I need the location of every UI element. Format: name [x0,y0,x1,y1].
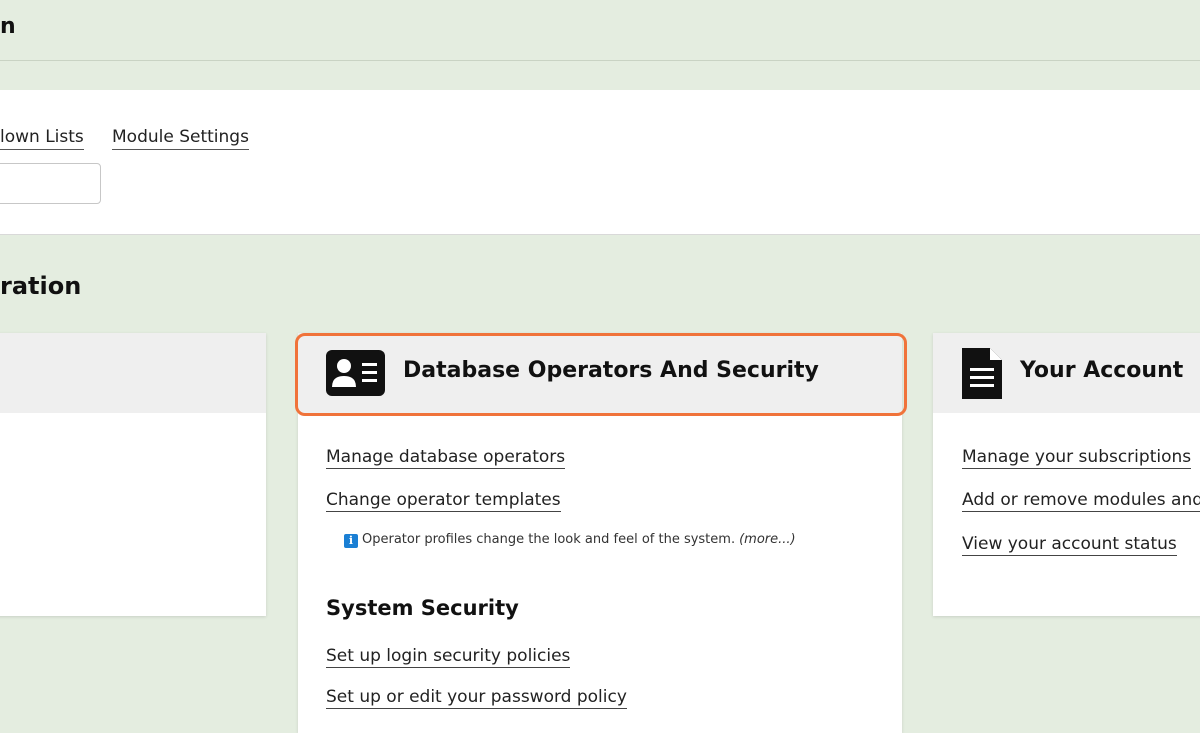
search-input[interactable] [0,163,101,204]
page-header: n [0,0,1200,61]
id-card-icon [326,350,385,396]
page-title: n [0,14,16,39]
manage-database-operators-link[interactable]: Manage database operators [326,447,566,469]
info-text: Operator profiles change the look and fe… [362,532,736,547]
card-left-partial [0,333,266,616]
module-settings-link[interactable]: Module Settings [112,127,249,150]
view-account-status-link[interactable]: View your account status [962,534,1177,556]
admin-subnav-panel [0,90,1200,235]
password-policy-link[interactable]: Set up or edit your password policy [326,687,627,709]
card-account-title: Your Account [1020,358,1184,383]
section-heading: ration [0,272,82,300]
login-security-policies-link[interactable]: Set up login security policies [326,646,571,668]
manage-subscriptions-link[interactable]: Manage your subscriptions [962,447,1192,469]
change-operator-templates-link[interactable]: Change operator templates [326,490,561,512]
more-link[interactable]: (more...) [739,532,796,547]
system-security-heading: System Security [326,596,519,620]
card-database-title: Database Operators And Security [403,358,819,383]
operator-profiles-info: i Operator profiles change the look and f… [344,532,796,548]
card-left-header [0,333,266,413]
add-remove-modules-link[interactable]: Add or remove modules and [962,490,1200,512]
document-icon [962,348,1002,399]
info-icon: i [344,534,358,548]
dropdown-lists-link[interactable]: lown Lists [0,127,84,150]
